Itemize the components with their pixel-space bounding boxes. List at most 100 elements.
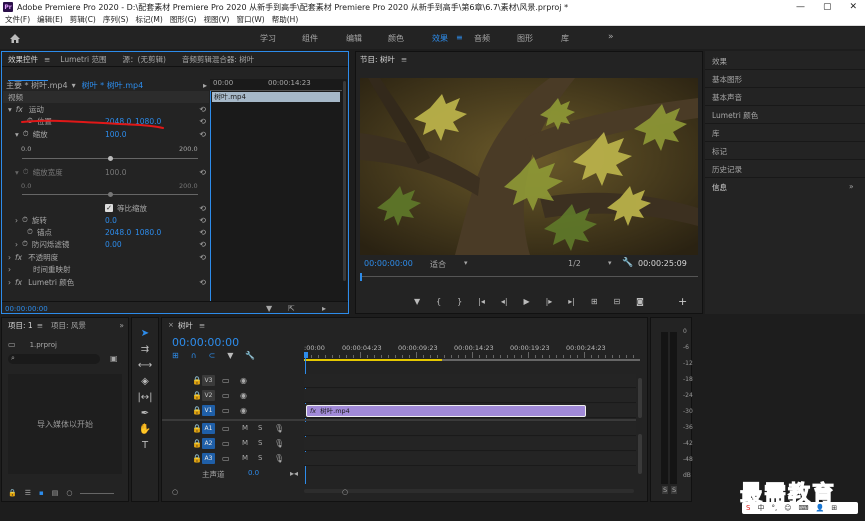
track-target-A2[interactable]: A2 [202, 438, 215, 449]
reset-icon[interactable]: ⟲ [199, 117, 206, 126]
microphone-icon[interactable]: 🎙 [274, 454, 284, 463]
track-lane[interactable] [304, 452, 636, 466]
reset-icon[interactable]: ⟲ [199, 253, 206, 262]
stopwatch-icon[interactable]: ⏱ [22, 215, 28, 225]
camera-icon[interactable]: ◙ [636, 297, 644, 306]
anchor-y-value[interactable]: 1080.0 [135, 228, 161, 237]
disclosure-triangle-icon[interactable]: › [8, 265, 11, 274]
disclosure-triangle-icon[interactable]: › [15, 216, 18, 225]
sync-lock-icon[interactable]: ▭ [222, 406, 230, 415]
workspace-tab[interactable]: 编辑 [346, 33, 362, 44]
reset-icon[interactable]: ⟲ [199, 228, 206, 237]
workspace-tab[interactable]: 组件 [302, 33, 318, 44]
mute-button[interactable]: M [242, 424, 248, 432]
more-tabs-icon[interactable]: » [119, 321, 124, 330]
right-panel-item[interactable]: 库 [712, 128, 720, 139]
lock-icon[interactable]: 🔒 [192, 424, 202, 433]
filter-icon[interactable]: ▼ [266, 304, 272, 313]
lock-icon[interactable]: 🔒 [192, 454, 202, 463]
type-tool-icon[interactable]: T [142, 440, 148, 451]
reset-icon[interactable]: ⟲ [199, 278, 206, 287]
solo-left-button[interactable]: S [662, 486, 669, 494]
sync-lock-icon[interactable]: ▭ [222, 454, 230, 463]
rotation-value[interactable]: 0.0 [105, 216, 117, 225]
lumetri-effect-row[interactable]: › fx Lumetri 颜色 ⟲ [3, 276, 209, 288]
ec-scrollbar[interactable] [342, 79, 347, 301]
stopwatch-icon[interactable]: ⏱ [23, 129, 29, 139]
play-icon[interactable]: ▶ [523, 297, 529, 306]
reset-icon[interactable]: ⟲ [199, 105, 206, 114]
scale-slider-knob[interactable] [107, 156, 113, 161]
scale-row[interactable]: ▾ ⏱ 缩放 100.0 ⟲ [3, 128, 209, 140]
disclosure-triangle-icon[interactable]: ▾ [15, 130, 19, 139]
zoom-slider-track[interactable] [80, 492, 115, 494]
uniform-scale-row[interactable]: ✓ 等比缩放 ⟲ [3, 202, 209, 214]
solo-button[interactable]: S [258, 439, 262, 447]
hand-tool-icon[interactable]: ✋ [139, 424, 151, 435]
stopwatch-icon[interactable]: ⏱ [22, 239, 28, 249]
lock-icon[interactable]: 🔒 [192, 439, 202, 448]
timeline-timecode[interactable]: 00:00:00:00 [172, 336, 239, 349]
sync-lock-icon[interactable]: ▭ [222, 391, 230, 400]
mute-button[interactable]: M [242, 454, 248, 462]
timeline-ruler[interactable]: :00:00 00:00:04:23 00:00:09:23 00:00:14:23 0… [304, 344, 648, 360]
scroll-handle-left-icon[interactable]: ○ [172, 488, 178, 496]
track-lane[interactable] [304, 422, 636, 436]
zoom-fit-select[interactable]: 适合 [430, 259, 446, 270]
sync-lock-icon[interactable]: ▭ [222, 439, 230, 448]
linked-selection-icon[interactable]: ⊂ [209, 351, 216, 360]
sync-lock-icon[interactable]: ▭ [222, 376, 230, 385]
scroll-handle-right-icon[interactable]: ○ [342, 488, 348, 496]
chevron-down-icon[interactable]: ▾ [608, 259, 612, 267]
eye-icon[interactable]: ◉ [240, 376, 247, 385]
tab-menu-icon[interactable]: ≡ [401, 55, 407, 64]
sync-lock-icon[interactable]: ▭ [222, 424, 230, 433]
track-target-V2[interactable]: V2 [202, 390, 215, 401]
step-forward-icon[interactable]: |▸ [546, 297, 553, 306]
list-view-icon[interactable]: ☰ [25, 489, 31, 497]
program-scrub-bar[interactable] [360, 276, 698, 277]
selection-tool-icon[interactable]: ➤ [141, 328, 149, 339]
add-marker-icon[interactable]: ▼ [227, 351, 233, 360]
video-clip[interactable]: fx 树叶.mp4 [306, 405, 586, 417]
new-bin-icon[interactable]: ▣ [110, 354, 118, 363]
time-remap-row[interactable]: › 时间重映射 [3, 263, 209, 275]
right-panel-item[interactable]: 标记 [712, 146, 727, 157]
close-icon[interactable]: × [168, 321, 174, 329]
disclosure-triangle-icon[interactable]: › [8, 253, 11, 262]
home-button[interactable] [6, 31, 24, 45]
tab-menu-icon[interactable]: ≡ [44, 55, 50, 64]
menu-item[interactable]: 文件(F) [5, 14, 30, 25]
track-target-V1[interactable]: V1 [202, 405, 215, 416]
right-panel-item[interactable]: 基本图形 [712, 74, 742, 85]
more-workspaces-icon[interactable]: » [608, 32, 614, 42]
menu-item[interactable]: 编辑(E) [37, 14, 63, 25]
timeline-v-scrollbar[interactable] [636, 374, 644, 484]
stopwatch-icon[interactable]: ⏱ [23, 167, 29, 177]
menu-item[interactable]: 序列(S) [103, 14, 129, 25]
fx-icon[interactable]: fx [16, 105, 23, 114]
ec-timecode[interactable]: 00:00:00:00 [5, 305, 48, 313]
playback-quality-select[interactable]: 1/2 [568, 259, 581, 268]
disclosure-triangle-icon[interactable]: ▾ [8, 105, 12, 114]
razor-tool-icon[interactable]: ◈ [141, 376, 149, 387]
ec-mini-timeline[interactable]: 00:00 00:00:14:23 树叶.mp4 [210, 79, 342, 301]
sequence-clip-label[interactable]: 树叶 * 树叶.mp4 [82, 80, 144, 91]
fx-icon[interactable]: fx [15, 278, 22, 287]
wrench-icon[interactable]: 🔧 [622, 258, 633, 268]
work-area-bar[interactable] [304, 359, 442, 361]
icon-view-icon[interactable]: ▪ [39, 489, 44, 497]
project-search-input[interactable]: ⌕ [8, 354, 100, 364]
program-monitor-title[interactable]: 节目: 树叶 [360, 54, 395, 65]
tab-menu-icon[interactable]: ≡ [37, 321, 43, 330]
close-icon[interactable]: ✕ [849, 2, 857, 12]
wrench-icon[interactable]: 🔧 [245, 351, 255, 360]
right-panel-item[interactable]: 效果 [712, 56, 727, 67]
overwrite-icon[interactable]: ⊟ [614, 297, 621, 306]
track-target-A3[interactable]: A3 [202, 453, 215, 464]
tab-audio-clip-mixer[interactable]: 音频剪辑混合器: 树叶 [182, 54, 254, 65]
slip-tool-icon[interactable]: |↔| [137, 392, 152, 403]
track-lane[interactable] [304, 389, 636, 403]
eye-icon[interactable]: ◉ [240, 406, 247, 415]
program-timecode[interactable]: 00:00:00:00 [364, 259, 413, 268]
